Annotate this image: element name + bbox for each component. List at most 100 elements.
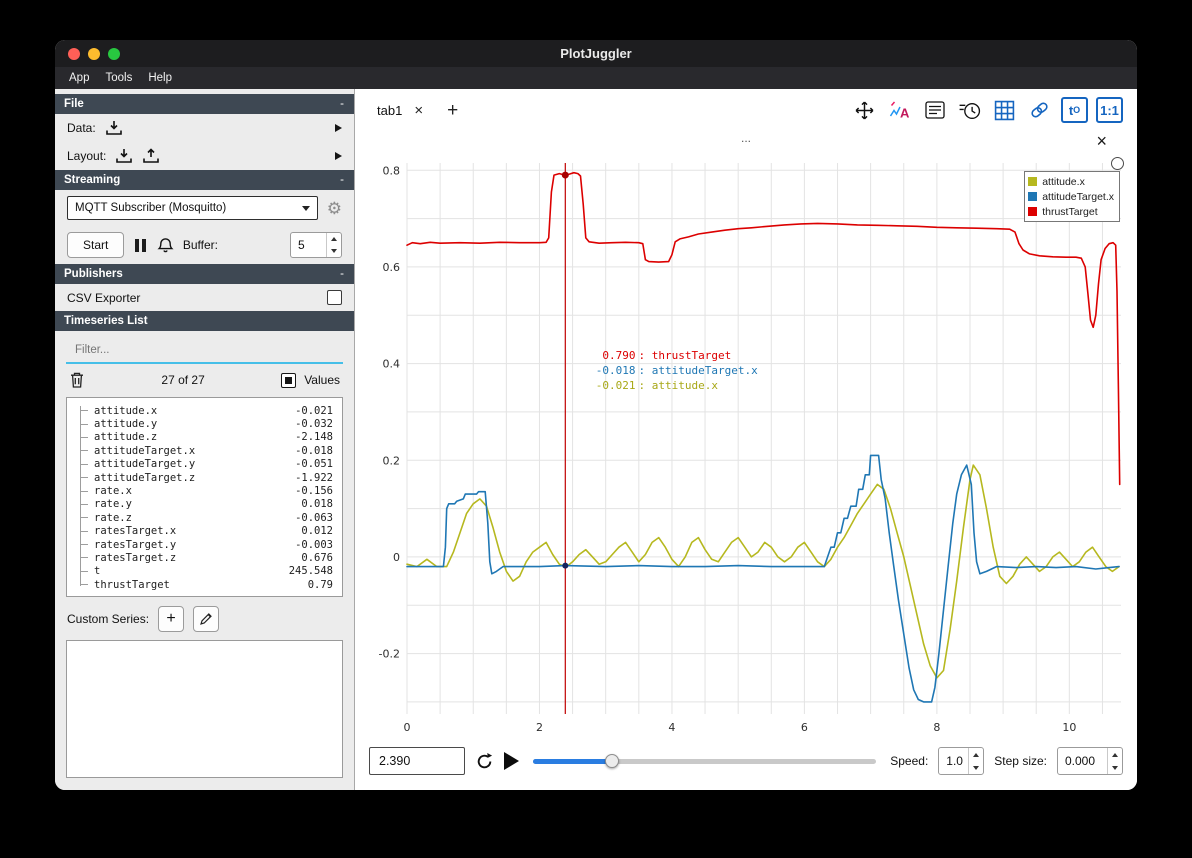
speed-spinbox[interactable]: 1.0 bbox=[938, 747, 985, 775]
load-layout-icon[interactable] bbox=[115, 148, 133, 164]
tab-close-icon[interactable]: × bbox=[414, 103, 423, 118]
menu-app[interactable]: App bbox=[61, 70, 97, 86]
timeseries-name[interactable]: attitudeTarget.z bbox=[94, 472, 295, 484]
timeseries-name[interactable]: rate.z bbox=[94, 512, 295, 524]
timeseries-name[interactable]: attitude.y bbox=[94, 418, 295, 430]
minimize-window-button[interactable] bbox=[88, 47, 100, 60]
timeseries-list[interactable]: attitude.x -0.021 attitude.y -0.032 attitude… bbox=[66, 397, 343, 597]
layout-row: Layout: bbox=[55, 142, 354, 170]
titlebar[interactable]: PlotJuggler bbox=[55, 40, 1137, 67]
spin-down-icon[interactable] bbox=[327, 245, 341, 257]
legend-item[interactable]: attitudeTarget.x bbox=[1028, 189, 1114, 204]
timeseries-name[interactable]: ratesTarget.y bbox=[94, 539, 295, 551]
timeseries-row[interactable]: thrustTarget 0.79 bbox=[67, 578, 338, 591]
step-size-spinbox[interactable]: 0.000 bbox=[1057, 747, 1123, 775]
timeseries-row[interactable]: rate.z -0.063 bbox=[67, 511, 338, 524]
spin-down-icon[interactable] bbox=[1108, 761, 1122, 774]
timeseries-name[interactable]: rate.x bbox=[94, 485, 295, 497]
plot-close-icon[interactable]: × bbox=[1096, 131, 1107, 152]
values-checkbox[interactable] bbox=[281, 372, 297, 388]
menu-tools[interactable]: Tools bbox=[97, 70, 140, 86]
legend-toggle-circle[interactable] bbox=[1111, 157, 1124, 170]
legend-swatch-icon bbox=[1028, 207, 1038, 216]
streaming-settings-gear-icon[interactable]: ⚙ bbox=[327, 200, 342, 217]
timeseries-row[interactable]: attitudeTarget.y -0.051 bbox=[67, 458, 338, 471]
pause-icon[interactable] bbox=[133, 238, 148, 252]
timeseries-row[interactable]: rate.y 0.018 bbox=[67, 498, 338, 511]
load-data-icon[interactable] bbox=[105, 120, 123, 136]
text-style-icon[interactable]: A bbox=[886, 97, 913, 123]
spin-up-icon[interactable] bbox=[327, 233, 341, 245]
timeseries-name[interactable]: thrustTarget bbox=[94, 579, 308, 591]
timeseries-row[interactable]: ratesTarget.x 0.012 bbox=[67, 525, 338, 538]
add-tab-button[interactable]: + bbox=[447, 101, 458, 120]
custom-series-row: Custom Series: + bbox=[55, 600, 354, 638]
loop-icon[interactable] bbox=[475, 752, 494, 771]
streaming-collapse-icon[interactable]: - bbox=[340, 174, 344, 186]
timeseries-row[interactable]: attitudeTarget.x -0.018 bbox=[67, 444, 338, 457]
tab-tab1[interactable]: tab1 × bbox=[369, 97, 431, 124]
csv-exporter-checkbox[interactable] bbox=[327, 290, 342, 305]
timeseries-row[interactable]: rate.x -0.156 bbox=[67, 484, 338, 497]
start-streaming-button[interactable]: Start bbox=[67, 232, 125, 258]
timeseries-value: -1.922 bbox=[295, 471, 333, 484]
streaming-section-header[interactable]: Streaming - bbox=[55, 170, 354, 190]
spin-up-icon[interactable] bbox=[1108, 748, 1122, 761]
publishers-section-header[interactable]: Publishers - bbox=[55, 264, 354, 284]
timeseries-row[interactable]: t 245.548 bbox=[67, 565, 338, 578]
current-time-display[interactable]: 2.390 bbox=[369, 747, 465, 775]
play-button[interactable] bbox=[504, 752, 519, 770]
timeseries-name[interactable]: attitude.x bbox=[94, 405, 295, 417]
legend-item[interactable]: attitude.x bbox=[1028, 174, 1114, 189]
file-collapse-icon[interactable]: - bbox=[340, 98, 344, 110]
layout-grid-icon[interactable] bbox=[991, 97, 1018, 123]
timeseries-name[interactable]: rate.y bbox=[94, 498, 301, 510]
spin-up-icon[interactable] bbox=[969, 748, 983, 761]
timeseries-value: -0.032 bbox=[295, 418, 333, 431]
data-row: Data: bbox=[55, 114, 354, 142]
timeseries-row[interactable]: attitude.x -0.021 bbox=[67, 404, 338, 417]
timeseries-name[interactable]: ratesTarget.z bbox=[94, 552, 301, 564]
zoom-reset-button[interactable]: 1:1 bbox=[1096, 97, 1123, 123]
svg-text:10: 10 bbox=[1062, 721, 1076, 734]
filter-input[interactable] bbox=[66, 338, 343, 364]
close-window-button[interactable] bbox=[68, 47, 80, 60]
buffer-spinbox[interactable]: 5 bbox=[290, 232, 342, 258]
timeseries-row[interactable]: ratesTarget.y -0.003 bbox=[67, 538, 338, 551]
custom-series-list[interactable] bbox=[66, 640, 343, 778]
data-list-icon[interactable] bbox=[921, 97, 948, 123]
timeseries-name[interactable]: attitude.z bbox=[94, 431, 295, 443]
maximize-window-button[interactable] bbox=[108, 47, 120, 60]
bell-icon[interactable] bbox=[157, 237, 174, 254]
save-layout-icon[interactable] bbox=[142, 148, 160, 164]
legend-item[interactable]: thrustTarget bbox=[1028, 204, 1114, 219]
timeseries-name[interactable]: attitudeTarget.x bbox=[94, 445, 295, 457]
time-offset-button[interactable]: tO bbox=[1061, 97, 1088, 123]
timeseries-section-header[interactable]: Timeseries List bbox=[55, 311, 354, 331]
datetime-scale-icon[interactable] bbox=[956, 97, 983, 123]
edit-custom-series-button[interactable] bbox=[193, 606, 220, 632]
timeseries-chart[interactable]: 0 2 4 6 8 10 -0.2 0 0.2 0.4 0.6 0.8 0.790: thrustTar… bbox=[363, 151, 1129, 740]
svg-text:-0.018: -0.018 bbox=[596, 364, 636, 377]
timeseries-name[interactable]: attitudeTarget.y bbox=[94, 458, 295, 470]
data-expand-arrow-icon[interactable] bbox=[335, 124, 342, 132]
timeseries-row[interactable]: ratesTarget.z 0.676 bbox=[67, 551, 338, 564]
timeseries-name[interactable]: ratesTarget.x bbox=[94, 525, 301, 537]
timeseries-row[interactable]: attitude.z -2.148 bbox=[67, 431, 338, 444]
plot-area[interactable]: ... × attitude.x attitudeTarget.x thrustTa… bbox=[363, 131, 1129, 740]
publishers-collapse-icon[interactable]: - bbox=[340, 268, 344, 280]
spin-down-icon[interactable] bbox=[969, 761, 983, 774]
trash-icon[interactable] bbox=[69, 371, 85, 389]
add-custom-series-button[interactable]: + bbox=[158, 606, 185, 632]
link-zoom-icon[interactable] bbox=[1026, 97, 1053, 123]
layout-expand-arrow-icon[interactable] bbox=[335, 152, 342, 160]
timeseries-name[interactable]: t bbox=[94, 565, 289, 577]
menu-help[interactable]: Help bbox=[140, 70, 180, 86]
pan-zoom-icon[interactable] bbox=[851, 97, 878, 123]
slider-handle[interactable] bbox=[604, 754, 619, 768]
file-section-header[interactable]: File - bbox=[55, 94, 354, 114]
timeseries-row[interactable]: attitudeTarget.z -1.922 bbox=[67, 471, 338, 484]
time-slider[interactable] bbox=[533, 754, 877, 768]
timeseries-row[interactable]: attitude.y -0.032 bbox=[67, 417, 338, 430]
streaming-source-select[interactable]: MQTT Subscriber (Mosquitto) bbox=[67, 196, 318, 220]
